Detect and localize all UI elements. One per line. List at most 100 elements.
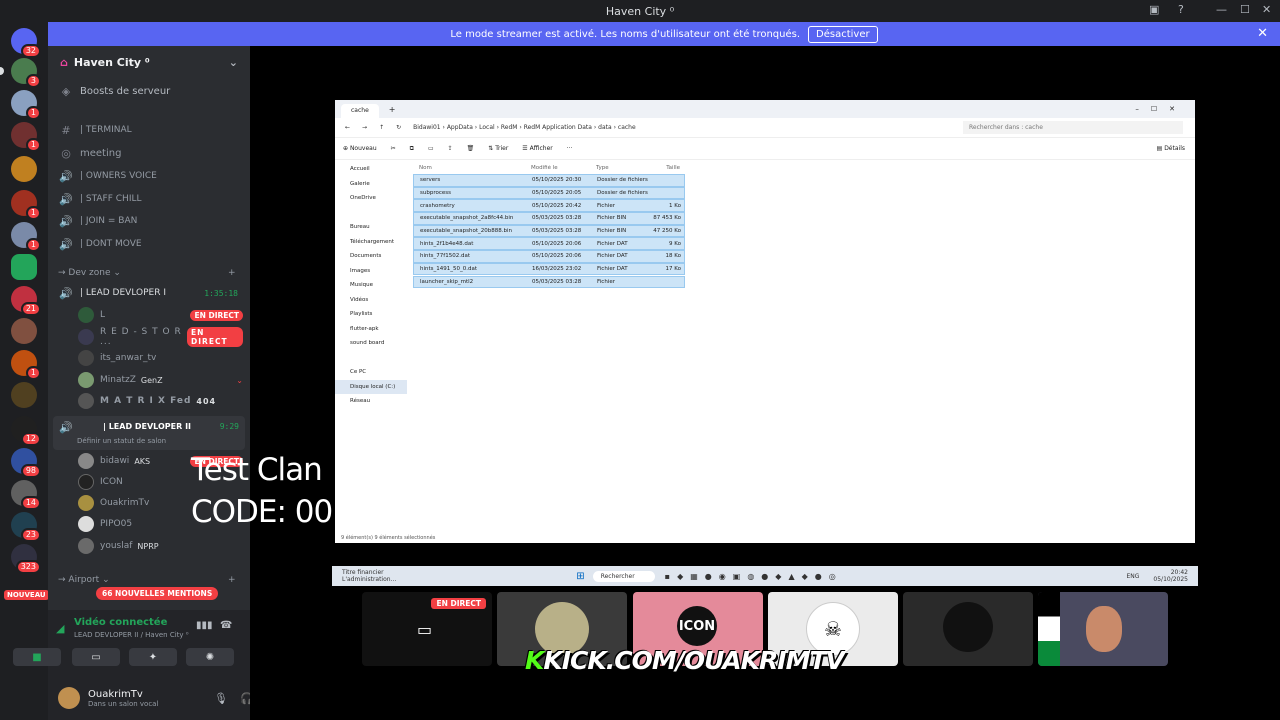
close-icon[interactable]: ✕	[1257, 26, 1268, 41]
rename-icon[interactable]: ▭	[428, 145, 434, 152]
nav-item[interactable]: flutter-apk	[335, 322, 407, 337]
view-button[interactable]: ☰ Afficher	[522, 145, 552, 152]
server-boosts[interactable]: ◈ Boosts de serveur	[58, 81, 246, 101]
up-icon[interactable]: ↑	[379, 124, 384, 131]
screen-share-button[interactable]: ▭	[72, 648, 120, 666]
server-icon[interactable]: 1	[11, 222, 41, 252]
nav-item[interactable]: Bureau	[335, 220, 407, 235]
channel-status[interactable]: Définir un statut de salon	[77, 437, 166, 445]
close-window-button[interactable]: ✕	[1262, 3, 1271, 16]
server-icon[interactable]: 98	[11, 448, 41, 478]
voice-user[interactable]: its_anwar_tv	[78, 348, 243, 368]
more-icon[interactable]: ···	[567, 145, 573, 152]
voice-user[interactable]: youslaf NPRP	[78, 536, 243, 556]
voice-channel-lead2[interactable]: 🔊 | LEAD DEVLOPER II 9:29 Définir un sta…	[53, 416, 245, 450]
microphone-icon[interactable]: 🎙	[214, 692, 228, 705]
nav-item[interactable]: Documents	[335, 249, 407, 264]
windows-start-icon[interactable]: ⊞	[576, 571, 584, 582]
col-size[interactable]: Taille	[652, 165, 680, 171]
details-button[interactable]: ▤ Détails	[1157, 145, 1185, 152]
server-icon[interactable]: 1	[11, 190, 41, 220]
nav-item[interactable]: Playlists	[335, 307, 407, 322]
server-icon[interactable]: 1	[11, 122, 41, 152]
taskbar-apps[interactable]: ▪◆▦●◉▣◍●◆▲◆●◎	[665, 572, 843, 581]
copy-icon[interactable]: ⧉	[410, 145, 414, 153]
add-channel-icon[interactable]: +	[228, 268, 236, 278]
server-icon[interactable]: 1	[11, 350, 41, 380]
add-tab-icon[interactable]: +	[389, 105, 396, 114]
cut-icon[interactable]: ✂	[391, 145, 396, 152]
file-row[interactable]: hints_2f1b4e48.dat 05/10/2025 20:06 Fichie…	[413, 237, 685, 250]
voice-channel-name[interactable]: LEAD DEVLOPER II / Haven City ⁰	[74, 631, 189, 639]
file-row[interactable]: executable_snapshot_20b888.bin 05/03/2025…	[413, 224, 685, 238]
nav-item[interactable]: Images	[335, 264, 407, 279]
back-icon[interactable]: ←	[345, 124, 350, 131]
nav-item[interactable]: OneDrive	[335, 191, 407, 206]
add-channel-icon[interactable]: +	[228, 575, 236, 585]
disconnect-icon[interactable]: ☎	[220, 620, 232, 631]
nav-item[interactable]: Vidéos	[335, 293, 407, 308]
server-icon[interactable]	[11, 382, 37, 408]
minimize-button[interactable]: —	[1216, 3, 1227, 16]
video-tile[interactable]: ▭ EN DIRECT	[362, 592, 492, 666]
refresh-icon[interactable]: ↻	[396, 124, 401, 131]
share-icon[interactable]: ⇪	[448, 145, 453, 152]
voice-user[interactable]: MinatzZ GenZ ⌄	[78, 370, 243, 390]
voice-channel-lead1[interactable]: 🔊 | LEAD DEVLOPER I 1:35:18	[58, 283, 246, 303]
channel-dont-move[interactable]: 🔊 | DONT MOVE	[58, 234, 246, 254]
server-icon[interactable]: 21	[11, 286, 41, 316]
server-icon[interactable]: 12	[11, 416, 41, 446]
server-icon[interactable]	[11, 156, 37, 182]
new-mentions-badge[interactable]: 66 NOUVELLES MENTIONS	[96, 587, 219, 600]
category-dev-zone[interactable]: → Dev zone ⌄ +	[58, 268, 236, 278]
col-name[interactable]: Nom	[413, 165, 531, 171]
channel-join-ban[interactable]: 🔊 | JOIN = BAN	[58, 211, 246, 231]
server-icon[interactable]: 1	[11, 90, 41, 120]
avatar[interactable]	[58, 687, 80, 709]
webcam-tile[interactable]	[1038, 592, 1168, 666]
address-bar[interactable]: ← → ↑ ↻ Bidawi01 › AppData › Local › RedM ›…	[335, 118, 1195, 138]
server-icon[interactable]: 23	[11, 512, 41, 542]
clock[interactable]: 20:42 05/10/2025	[1153, 569, 1188, 583]
file-row[interactable]: crashometry 05/10/2025 20:42 Fichier 1 Ko	[413, 199, 685, 212]
nav-item[interactable]: Accueil	[335, 162, 407, 177]
nav-item[interactable]: Galerie	[335, 177, 407, 192]
window-controls[interactable]: –☐✕	[1135, 105, 1187, 113]
activity-button[interactable]: ✦	[129, 648, 177, 666]
nav-item[interactable]: Disque local (C:)	[335, 379, 407, 394]
breadcrumb[interactable]: Bidawi01 › AppData › Local › RedM › RedM…	[413, 124, 636, 131]
camera-button[interactable]: ■	[13, 648, 61, 666]
channel-terminal[interactable]: # | TERMINAL	[58, 120, 246, 140]
server-icon[interactable]: 14	[11, 480, 41, 510]
nav-item[interactable]: Musique	[335, 278, 407, 293]
inbox-icon[interactable]: ▣	[1149, 3, 1159, 16]
file-row[interactable]: executable_snapshot_2a8fc44.bin 05/03/202…	[413, 212, 685, 225]
col-type[interactable]: Type	[596, 165, 652, 171]
taskbar-widget[interactable]: Titre financier L'administration...	[342, 569, 396, 583]
category-airport[interactable]: → Airport ⌄ +	[58, 575, 236, 585]
taskbar-search[interactable]: Rechercher	[592, 570, 655, 582]
explorer-tab[interactable]: cache	[341, 104, 379, 118]
soundboard-button[interactable]: ✺	[186, 648, 234, 666]
chevron-down-icon[interactable]: ⌄	[236, 376, 243, 385]
disable-streamer-button[interactable]: Désactiver	[808, 25, 878, 43]
server-icon[interactable]: 323	[11, 544, 41, 574]
home-button[interactable]: 32	[11, 28, 41, 58]
server-icon[interactable]	[11, 318, 37, 344]
voice-user[interactable]: M A T R I X Fed 404	[78, 391, 243, 411]
col-modified[interactable]: Modifié le	[531, 165, 596, 171]
lang-indicator[interactable]: ENG	[1126, 573, 1139, 580]
server-icon[interactable]	[11, 254, 37, 280]
voice-user[interactable]: L EN DIRECT	[78, 305, 243, 325]
voice-status[interactable]: Vidéo connectée	[74, 617, 167, 628]
file-row[interactable]: subprocess 05/10/2025 20:05 Dossier de fic…	[413, 186, 685, 200]
soundboard-icon[interactable]: ▮▮▮	[196, 620, 213, 631]
search-input[interactable]: Rechercher dans : cache	[963, 121, 1183, 134]
channel-meeting[interactable]: ◎ meeting	[58, 143, 246, 163]
file-row[interactable]: servers 05/10/2025 20:30 Dossier de fichie…	[413, 174, 685, 187]
help-icon[interactable]: ?	[1178, 3, 1184, 16]
nav-item[interactable]: sound board	[335, 336, 407, 351]
channel-staff-chill[interactable]: 🔊 | STAFF CHILL	[58, 189, 246, 209]
voice-user[interactable]: R E D - S T O R ... EN DIRECT	[78, 327, 243, 347]
nav-item[interactable]: Ce PC	[335, 365, 407, 380]
